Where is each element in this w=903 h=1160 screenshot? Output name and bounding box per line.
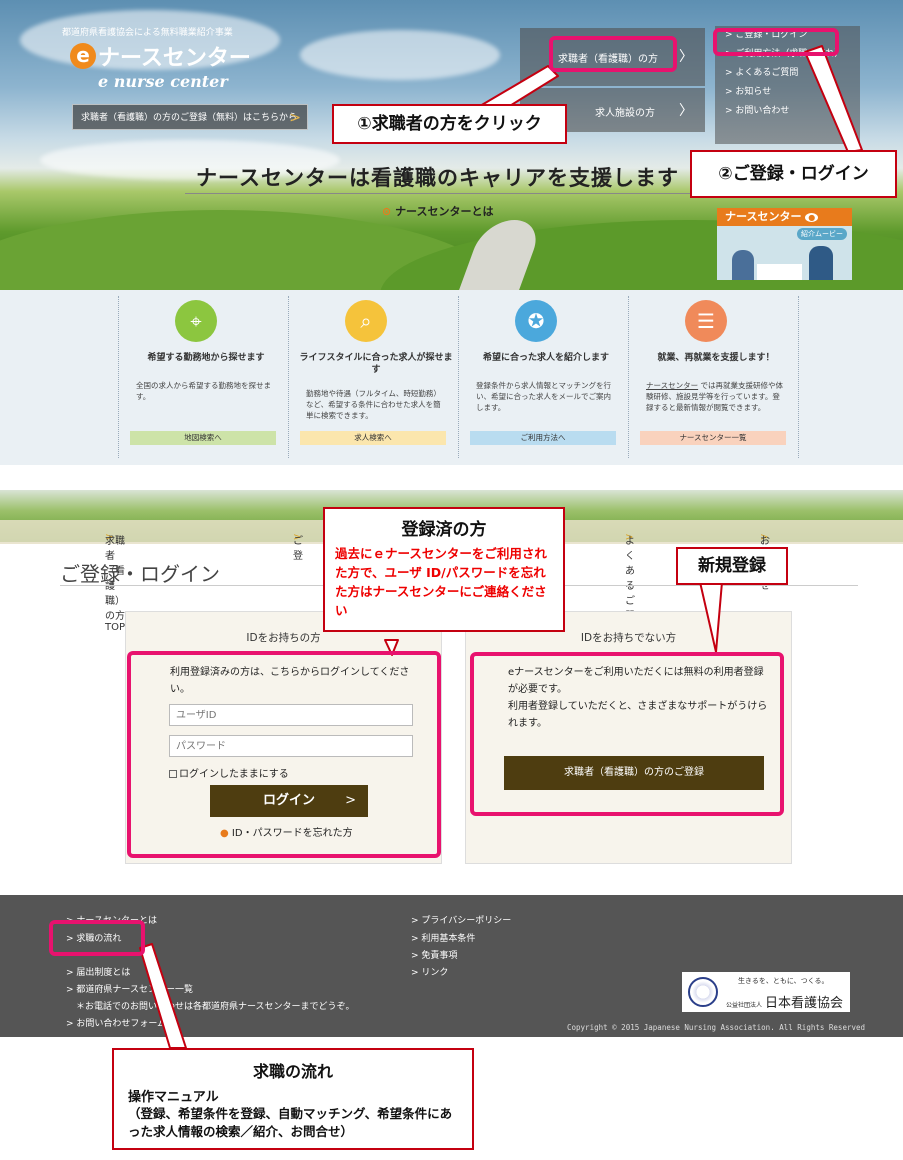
footer-link-notification[interactable]: > 届出制度とは [66,965,130,978]
about-link[interactable]: ⊙ ナースセンターとは [382,203,494,219]
how-to-use-button[interactable]: ご利用方法へ [470,431,616,445]
logo-e-icon: e [70,43,96,69]
logo-text: ナースセンター [98,46,251,71]
jna-seal-icon [688,977,718,1007]
chevron-right-icon: 〉 [679,103,693,119]
nav-facility-label: 求人施設の方 [595,108,655,119]
job-search-button[interactable]: 求人検索へ [300,431,446,445]
login-panel-heading: IDをお持ちの方 [246,632,321,644]
feature-matching: ✪ 希望に合った求人を紹介します 登録条件から求人情報とマッチングを行い、希望に… [458,290,628,465]
site-logo[interactable]: e ナースセンター [70,40,251,72]
jna-logo[interactable]: 生きるを、ともに、つくる。 公益社団法人 日本看護協会 [682,972,850,1012]
register-panel-heading: IDをお持ちでない方 [580,632,677,644]
highlight-register-panel [470,652,784,816]
circle-dot-icon: ⊙ [382,205,392,218]
feature-desc: ナースセンター では再就業支援研修や体験研修、施設見学等を行っています。登録する… [646,381,784,412]
side-menu-item-faq[interactable]: > よくあるご質問 [715,64,860,83]
callout-step2: ②ご登録・ログイン [690,150,897,198]
chevron-right-icon: > [289,110,301,126]
feature-support: ☰ 就業、再就業を支援します！ ナースセンター では再就業支援研修や体験研修、施… [628,290,799,465]
hero-title: ナースセンターは看護職のキャリアを支援します [196,166,679,190]
footer-phone-note: ＊お電話でのお問い合わせは各都道府県ナースセンターまでどうぞ。 [76,1002,355,1012]
chevron-right-icon: 〉 [679,49,693,65]
footer-link-centers[interactable]: > 都道府県ナースセンター一覧 [66,982,193,995]
features-section: ⌖ 希望する勤務地から探せます 全国の求人から希望する勤務地を探せます。 地図検… [0,290,903,465]
register-link-label: 求職者（看護職）の方のご登録（無料）はこちらから [81,113,298,123]
footer-link-privacy[interactable]: > プライバシーポリシー [411,913,511,926]
document-search-icon: ⌕ [345,300,387,342]
jna-slogan: 生きるを、ともに、つくる。 [738,977,829,985]
footer-link-contact-form[interactable]: > お問い合わせフォーム [66,1016,166,1029]
callout-step1: ①求職者の方をクリック [332,104,567,144]
highlight-login-panel [127,651,441,858]
map-search-button[interactable]: 地図検索へ [130,431,276,445]
side-menu-item-contact[interactable]: > お問い合わせ [715,102,860,121]
highlight-login [713,28,839,56]
feature-title: 希望に合った求人を紹介します [482,353,609,363]
page-title: ご登録・ログイン [60,562,220,586]
play-icon: ● [805,213,819,222]
id-card-hand-icon: ☰ [685,300,727,342]
movie-title: ナースセンター [725,210,802,223]
feature-desc: 登録条件から求人情報とマッチングを行い、希望に合った求人をメールでご案内します。 [476,381,611,412]
callout-new: 新規登録 [676,547,788,585]
callout-registered: 登録済の方 過去にｅナースセンターをご利用された方で、ユーザ ID/パスワードを… [323,507,565,632]
footer: > ナースセンターとは > 求職の流れ > 届出制度とは > 都道府県ナースセン… [0,895,903,1037]
footer-link-links[interactable]: > リンク [411,965,448,978]
divider [185,193,705,194]
feature-desc: 全国の求人から希望する勤務地を探せます。 [136,381,271,401]
footer-link-terms[interactable]: > 利用基本条件 [411,931,475,944]
feature-map: ⌖ 希望する勤務地から探せます 全国の求人から希望する勤務地を探せます。 地図検… [118,290,288,465]
footer-link-disclaimer[interactable]: > 免責事項 [411,948,457,961]
feature-search: ⌕ ライフスタイルに合った求人が探せます 勤務地や待遇（フルタイム、時短勤務）な… [288,290,458,465]
callout-flow: 求職の流れ 操作マニュアル （登録、希望条件を登録、自動マッチング、希望条件にあ… [112,1048,474,1150]
intro-movie-thumbnail[interactable]: ナースセンター ● 紹介ムービー [717,208,852,280]
logo-subtitle: e nurse center [98,72,228,91]
map-pin-icon: ⌖ [175,300,217,342]
highlight-jobseeker [549,36,677,72]
feature-desc: 勤務地や待遇（フルタイム、時短勤務）など、希望する条件に合わせた求人を簡単に検索… [306,389,441,420]
side-menu-item-news[interactable]: > お知らせ [715,83,860,102]
feature-title: 希望する勤務地から探せます [147,353,265,363]
highlight-flow [49,920,145,956]
award-icon: ✪ [515,300,557,342]
movie-subtitle: 紹介ムービー [797,228,847,240]
copyright: Copyright © 2015 Japanese Nursing Associ… [567,1023,866,1032]
feature-title: ライフスタイルに合った求人が探せます [299,353,453,375]
nurse-center-link[interactable]: ナースセンター [646,381,698,390]
jna-name: 公益社団法人 日本看護協会 [726,996,844,1011]
register-link[interactable]: 求職者（看護職）の方のご登録（無料）はこちらから > [72,104,308,130]
nurse-center-list-button[interactable]: ナースセンター一覧 [640,431,786,445]
tagline: 都道府県看護協会による無料職業紹介事業 [62,28,233,38]
feature-title: 就業、再就業を支援します！ [657,353,775,363]
